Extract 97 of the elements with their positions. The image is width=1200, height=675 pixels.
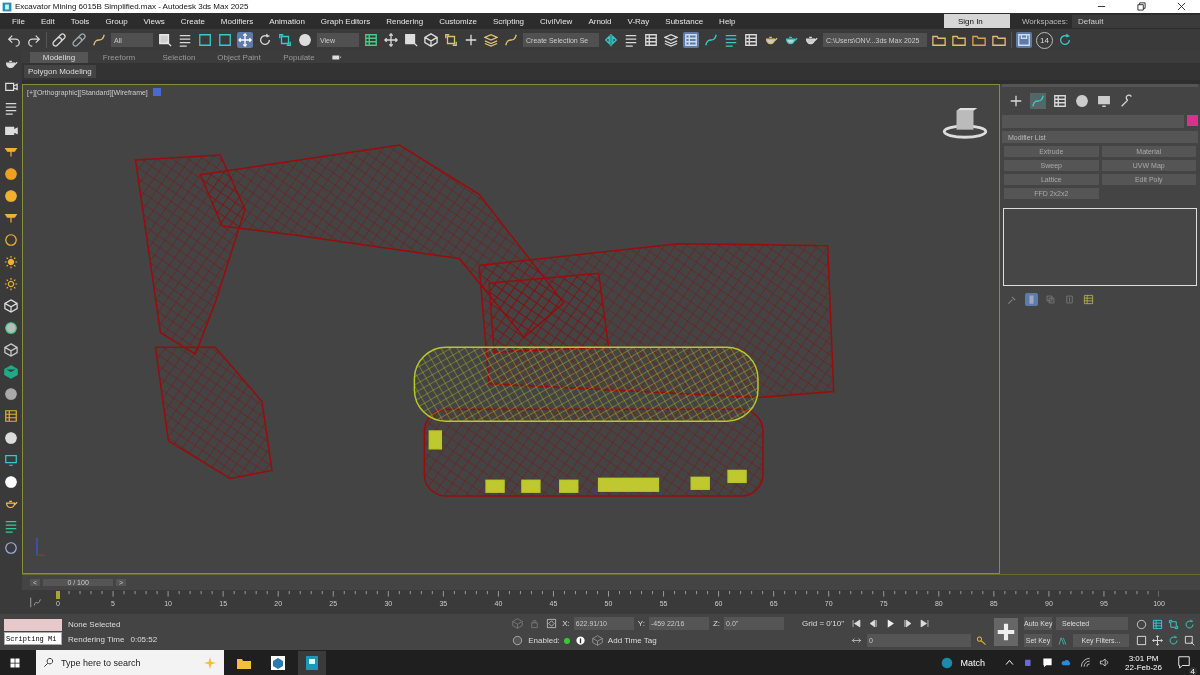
set-keys-button[interactable] <box>994 618 1018 646</box>
sun-icon[interactable] <box>4 277 18 291</box>
link-icon[interactable] <box>51 32 67 48</box>
lamp-icon[interactable] <box>4 145 18 159</box>
menu-item[interactable]: Create <box>172 16 213 26</box>
current-frame-marker <box>56 591 60 599</box>
menu-item[interactable]: Modifiers <box>212 16 262 26</box>
go-to-end-icon[interactable] <box>918 617 931 630</box>
menu-item[interactable]: File <box>4 16 33 26</box>
restore-icon[interactable] <box>1137 2 1146 11</box>
z-label: Z: <box>712 619 721 628</box>
undo-icon[interactable] <box>6 32 22 48</box>
wifi-icon[interactable] <box>1079 656 1093 669</box>
menu-item[interactable]: V-Ray <box>619 16 658 26</box>
sign-in-dropdown[interactable]: Sign In <box>943 14 1010 28</box>
menu-item[interactable]: Views <box>135 16 173 26</box>
window-title: Excavator Mining 6015B Simplified.max - Autodesk 3ds Max 2025 <box>15 2 249 11</box>
save-icon[interactable] <box>1016 32 1032 48</box>
curve-icon[interactable] <box>1030 93 1046 109</box>
next-frame-icon[interactable] <box>901 617 914 630</box>
rendering-time-value: 0:05:52 <box>130 635 158 644</box>
add-time-tag-link[interactable]: Add Time Tag <box>607 636 657 645</box>
ribbon-tab[interactable]: Object Paint <box>210 51 268 63</box>
notification-count: 4 <box>1188 666 1197 675</box>
go-to-start-icon[interactable] <box>850 617 863 630</box>
grid-icon[interactable] <box>1052 93 1068 109</box>
ribbon-tab[interactable]: Populate <box>270 51 328 63</box>
move-icon[interactable] <box>383 32 399 48</box>
y-label: Y: <box>637 619 645 628</box>
info-icon[interactable] <box>573 634 587 647</box>
ribbon-panel-label[interactable]: Polygon Modeling <box>24 65 96 78</box>
menu-item[interactable]: Substance <box>657 16 712 26</box>
menu-item[interactable]: Help <box>711 16 744 26</box>
monitor-icon[interactable] <box>4 453 18 467</box>
viewport-color-swatch <box>152 88 161 96</box>
clock-date[interactable]: 22-Feb-26 <box>1125 662 1162 672</box>
list-icon[interactable] <box>4 101 18 115</box>
viewcube-icon[interactable] <box>941 107 989 141</box>
layers-icon[interactable] <box>663 32 679 48</box>
scale-icon[interactable] <box>277 32 293 48</box>
rendering-time-label: Rendering Time <box>68 635 125 644</box>
monitor-icon[interactable] <box>1096 93 1112 109</box>
menu-item[interactable]: Animation <box>261 16 313 26</box>
curve-editor-icon[interactable] <box>703 32 719 48</box>
wrench-icon[interactable] <box>1118 93 1134 109</box>
sync-icon[interactable] <box>1057 32 1073 48</box>
search-icon <box>42 656 55 669</box>
weather-label[interactable]: Match <box>960 657 986 668</box>
axis-tripod-icon <box>36 536 46 556</box>
grid-size: Grid = 0'10" <box>802 619 844 628</box>
app-icon <box>2 1 12 12</box>
previous-frame-icon[interactable] <box>867 617 880 630</box>
start-icon[interactable] <box>9 656 21 669</box>
modifier-stack-list[interactable] <box>1003 208 1197 286</box>
window-crossing-icon[interactable] <box>217 32 233 48</box>
plus-icon[interactable] <box>1008 93 1024 109</box>
redo-icon[interactable] <box>26 32 42 48</box>
select-object-icon[interactable] <box>157 32 173 48</box>
taskbar-search-box[interactable]: Type here to search <box>36 650 224 675</box>
x-label: X: <box>562 619 570 628</box>
workspace-dropdown[interactable]: Default <box>1072 14 1200 28</box>
unlink-icon[interactable] <box>71 32 87 48</box>
menu-item[interactable]: Customize <box>431 16 485 26</box>
close-icon[interactable] <box>1177 2 1186 11</box>
ribbon-tab[interactable]: Selection <box>150 51 208 63</box>
object-color-swatch[interactable] <box>1187 115 1198 126</box>
plus-icon <box>995 621 1017 643</box>
enabled-indicator <box>563 637 570 644</box>
ribbon-tab[interactable]: Freeform <box>90 51 148 63</box>
menu-item[interactable]: Arnold <box>580 16 620 26</box>
menu-item[interactable]: Edit <box>32 16 63 26</box>
notifications-icon[interactable] <box>1176 653 1192 670</box>
grid-icon[interactable] <box>4 409 18 423</box>
time-tag-enabled-label: Enabled: <box>528 636 560 645</box>
select-by-name-icon[interactable] <box>177 32 193 48</box>
menu-item[interactable]: Graph Editors <box>312 16 379 26</box>
lamp-icon[interactable] <box>4 211 18 225</box>
pan-icon[interactable] <box>1151 633 1164 647</box>
menu-item[interactable]: Scripting <box>484 16 533 26</box>
rotate-icon[interactable] <box>257 32 273 48</box>
menu-item[interactable]: Group <box>97 16 136 26</box>
ribbon-tab[interactable]: Modeling <box>30 51 88 63</box>
menu-item[interactable]: CivilView <box>532 16 581 26</box>
menu-item[interactable]: Tools <box>62 16 98 26</box>
clock-time[interactable]: 3:01 PM <box>1128 653 1159 663</box>
search-field[interactable]: Type here to search <box>59 656 198 669</box>
selection-status: None Selected <box>68 620 122 629</box>
chat-icon[interactable] <box>1041 656 1055 669</box>
cube-icon[interactable] <box>4 343 18 357</box>
key-icon[interactable] <box>975 634 988 647</box>
menu-item[interactable]: Rendering <box>378 16 432 26</box>
workspaces-label: Workspaces: <box>1021 16 1068 26</box>
rectangle-selection-icon[interactable] <box>197 32 213 48</box>
cube-icon[interactable] <box>4 365 18 379</box>
list-icon[interactable] <box>4 519 18 533</box>
sun-icon[interactable] <box>4 255 18 269</box>
mirror-icon[interactable] <box>603 32 619 48</box>
